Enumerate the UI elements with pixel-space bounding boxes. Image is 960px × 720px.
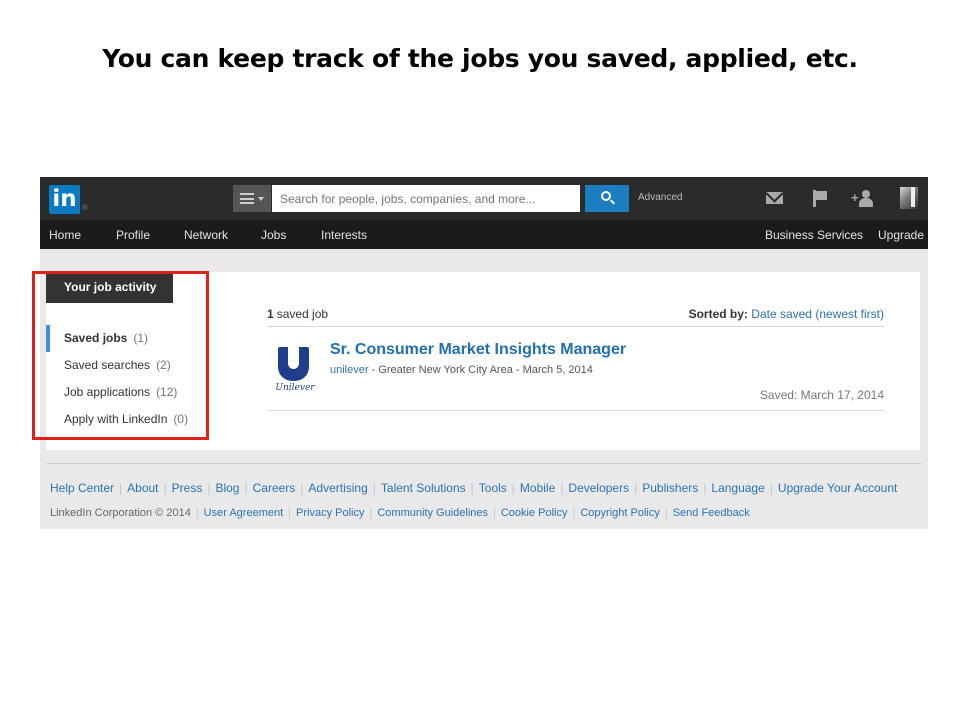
- footer-link-blog[interactable]: Blog: [215, 481, 239, 495]
- search-icon: [601, 191, 611, 201]
- footer-legal-link-privacy-policy[interactable]: Privacy Policy: [296, 507, 364, 519]
- nav-home[interactable]: Home: [49, 228, 81, 242]
- sort-control: Sorted by: Date saved (newest first): [689, 307, 884, 321]
- footer-separator: |: [372, 481, 376, 495]
- divider: [267, 326, 884, 327]
- footer-separator: |: [572, 507, 576, 519]
- add-connection-icon[interactable]: +: [851, 190, 875, 208]
- sort-order-link[interactable]: Date saved (newest first): [751, 307, 884, 321]
- footer-divider: [46, 463, 922, 464]
- sorted-by-label: Sorted by:: [688, 307, 748, 321]
- search-category-menu[interactable]: [233, 185, 271, 212]
- job-title-link[interactable]: Sr. Consumer Market Insights Manager: [330, 341, 626, 359]
- highlight-box: [32, 271, 209, 440]
- footer-separator: |: [207, 481, 211, 495]
- footer-separator: |: [634, 481, 638, 495]
- footer-links: Help Center | About | Press | Blog | Careers | Adv…: [50, 481, 897, 495]
- job-meta: unilever - Greater New York City Area - …: [330, 364, 593, 376]
- footer-link-help-center[interactable]: Help Center: [50, 481, 114, 495]
- unilever-u-icon: [278, 347, 309, 381]
- nav-profile[interactable]: Profile: [116, 228, 150, 242]
- slide-title: You can keep track of the jobs you saved…: [102, 44, 858, 73]
- footer-link-language[interactable]: Language: [711, 481, 764, 495]
- footer-separator: |: [288, 507, 292, 519]
- company-logo-text: Unilever: [275, 383, 315, 393]
- footer-link-developers[interactable]: Developers: [568, 481, 629, 495]
- footer-link-upgrade-your-account[interactable]: Upgrade Your Account: [778, 481, 897, 495]
- caret-down-icon: [258, 197, 264, 201]
- nav-network[interactable]: Network: [184, 228, 228, 242]
- footer-link-advertising[interactable]: Advertising: [308, 481, 367, 495]
- footer-link-mobile[interactable]: Mobile: [520, 481, 555, 495]
- footer-legal: LinkedIn Corporation © 2014 | User Agreeme…: [50, 507, 750, 519]
- saved-job-count-label: saved job: [276, 307, 329, 321]
- footer-legal-link-send-feedback[interactable]: Send Feedback: [673, 507, 750, 519]
- footer-separator: |: [369, 507, 373, 519]
- footer-separator: |: [163, 481, 167, 495]
- mail-icon[interactable]: [766, 190, 786, 208]
- top-bar: in ® Advanced +: [40, 177, 928, 220]
- job-location-date: - Greater New York City Area - March 5, …: [368, 364, 593, 376]
- avatar[interactable]: [900, 187, 918, 209]
- footer-separator: |: [493, 507, 496, 519]
- nav-business-services[interactable]: Business Services: [765, 228, 863, 242]
- footer-separator: |: [560, 481, 564, 495]
- footer-legal-link-copyright-policy[interactable]: Copyright Policy: [580, 507, 659, 519]
- logo-registered-mark: ®: [82, 203, 88, 212]
- footer-separator: |: [195, 507, 199, 519]
- nav-upgrade[interactable]: Upgrade: [878, 228, 924, 242]
- company-logo[interactable]: Unilever: [275, 347, 315, 397]
- main-nav: Home Profile Network Jobs Interests Busi…: [40, 220, 928, 249]
- footer-separator: |: [300, 481, 304, 495]
- nav-jobs[interactable]: Jobs: [261, 228, 286, 242]
- footer-legal-link-cookie-policy[interactable]: Cookie Policy: [501, 507, 568, 519]
- footer-separator: |: [470, 481, 474, 495]
- footer-link-publishers[interactable]: Publishers: [642, 481, 698, 495]
- footer-copyright: LinkedIn Corporation © 2014: [50, 507, 191, 519]
- saved-job-count: 1 saved job: [267, 307, 328, 321]
- footer-separator: |: [664, 507, 668, 519]
- search-button[interactable]: [585, 185, 629, 212]
- footer-separator: |: [511, 481, 515, 495]
- footer-link-press[interactable]: Press: [172, 481, 203, 495]
- footer-link-talent-solutions[interactable]: Talent Solutions: [381, 481, 466, 495]
- list-menu-icon: [240, 193, 254, 204]
- footer-link-about[interactable]: About: [127, 481, 158, 495]
- footer-separator: |: [769, 481, 773, 495]
- nav-interests[interactable]: Interests: [321, 228, 367, 242]
- saved-date: Saved: March 17, 2014: [759, 388, 884, 402]
- saved-job-count-number: 1: [267, 307, 274, 321]
- footer-separator: |: [244, 481, 248, 495]
- footer-separator: |: [703, 481, 707, 495]
- search-input[interactable]: [272, 185, 580, 212]
- linkedin-logo[interactable]: in: [49, 185, 80, 214]
- footer-link-tools[interactable]: Tools: [479, 481, 507, 495]
- advanced-search-link[interactable]: Advanced: [638, 192, 682, 203]
- footer-legal-link-community-guidelines[interactable]: Community Guidelines: [377, 507, 488, 519]
- company-link[interactable]: unilever: [330, 364, 369, 376]
- divider: [267, 410, 884, 411]
- footer-legal-link-user-agreement[interactable]: User Agreement: [204, 507, 283, 519]
- flag-icon[interactable]: [813, 190, 833, 208]
- footer-separator: |: [119, 481, 123, 495]
- footer-link-careers[interactable]: Careers: [253, 481, 296, 495]
